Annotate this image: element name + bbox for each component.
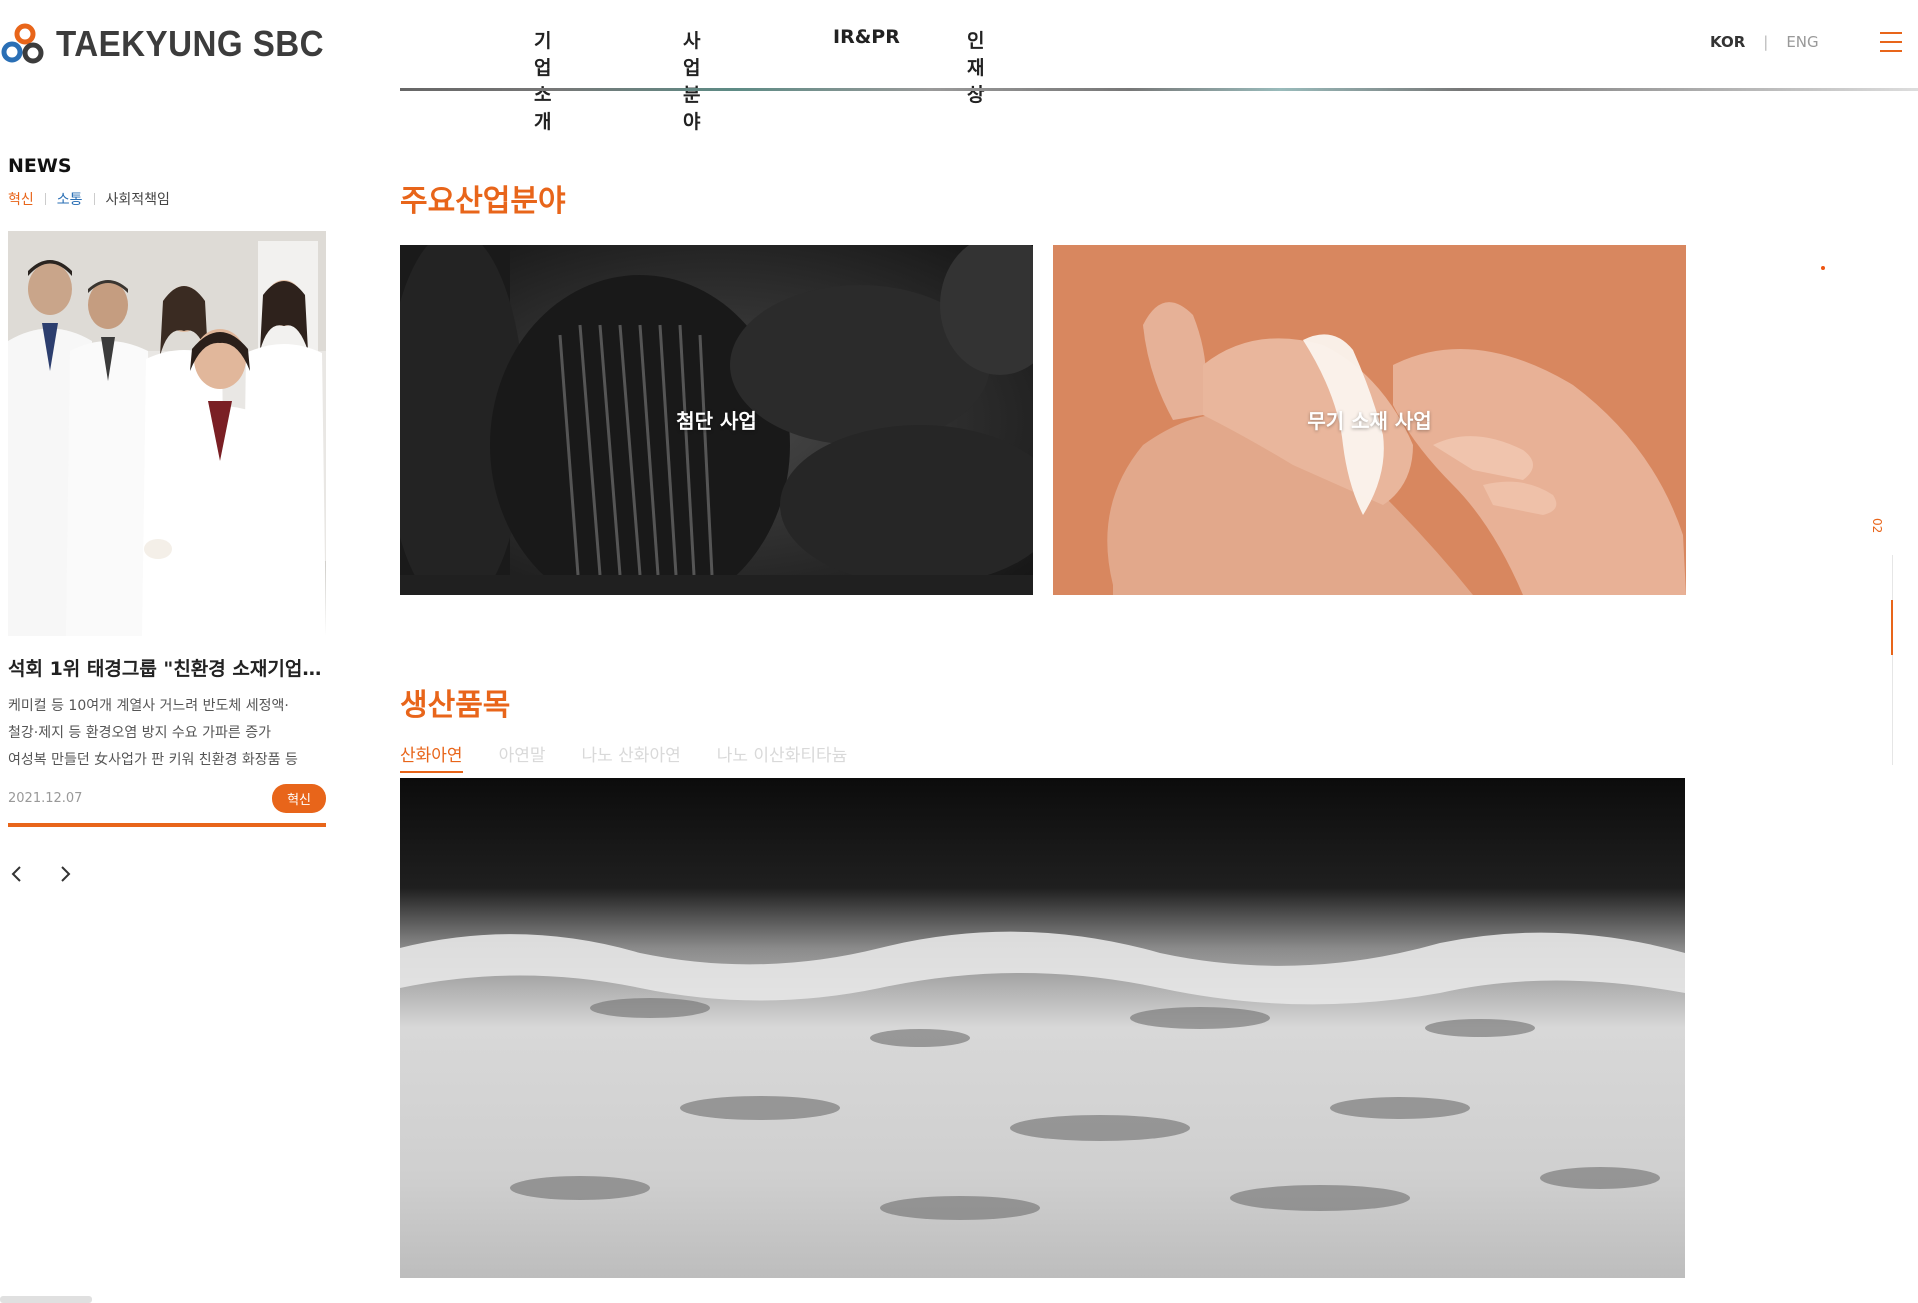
news-photo-illustration [8, 231, 326, 636]
chevron-left-icon[interactable] [8, 865, 26, 883]
tab-zinc-oxide[interactable]: 산화아연 [400, 741, 463, 773]
news-progress-bar [8, 823, 326, 827]
section-page-number: 02 [1870, 518, 1884, 534]
nav-item-irpr[interactable]: IR&PR [833, 26, 900, 48]
news-summary-line: 케미컬 등 10여개 계열사 거느려 반도체 세정액· [8, 698, 289, 714]
tab-nano-titanium-dioxide[interactable]: 나노 이산화티타늄 [717, 741, 848, 773]
product-tabs: 산화아연 아연말 나노 산화아연 나노 이산화티타늄 [400, 741, 847, 773]
nav-item-talent[interactable]: 인재상 [967, 26, 984, 107]
lang-eng-link[interactable]: ENG [1786, 33, 1818, 51]
language-switcher: KOR | ENG [1710, 33, 1819, 51]
header-divider [400, 88, 1918, 91]
logo[interactable]: TAEKYUNG SBC [0, 22, 347, 66]
section-progress-track [1892, 555, 1893, 765]
tab-nano-zinc-oxide[interactable]: 나노 산화아연 [581, 741, 680, 773]
news-tabs: 혁신 소통 사회적책임 [8, 189, 326, 209]
business-card-label: 첨단 사업 [676, 409, 757, 433]
news-meta: 2021.12.07 혁신 [8, 784, 326, 813]
nav-item-company[interactable]: 기업소개 [534, 26, 551, 134]
business-card-label: 무기 소재 사업 [1307, 409, 1432, 433]
news-tab-social-responsibility[interactable]: 사회적책임 [106, 189, 170, 209]
business-card-advanced[interactable]: 첨단 사업 [400, 245, 1033, 595]
logo-mark-icon [1, 23, 44, 64]
news-title: NEWS [8, 155, 72, 177]
horizontal-scrollbar[interactable] [0, 1296, 92, 1303]
news-tab-divider [44, 193, 46, 205]
news-panel: NEWS 혁신 소통 사회적책임 석회 1위 태경그룹 "친환경 소재기업으로"… [8, 155, 326, 883]
products-section-title: 생산품목 [400, 688, 511, 723]
lang-separator: | [1763, 33, 1769, 51]
news-summary: 케미컬 등 10여개 계열사 거느려 반도체 세정액· 철강·제지 등 환경오염… [8, 693, 326, 774]
business-card-inorganic[interactable]: 무기 소재 사업 [1053, 245, 1686, 595]
section-progress-fill [1891, 600, 1893, 655]
news-summary-line: 여성복 만들던 女사업가 판 키워 친환경 화장품 등 [8, 752, 298, 768]
tab-zinc-dust[interactable]: 아연말 [499, 741, 546, 773]
news-headline[interactable]: 석회 1위 태경그룹 "친환경 소재기업으로" [8, 654, 326, 681]
news-date: 2021.12.07 [8, 791, 83, 806]
nav-item-business[interactable]: 사업분야 [683, 26, 700, 134]
logo-text: TAEKYUNG SBC [56, 23, 325, 64]
lang-kor-link[interactable]: KOR [1710, 33, 1745, 51]
news-tab-divider [93, 193, 95, 205]
hamburger-icon[interactable] [1880, 32, 1902, 54]
news-photo[interactable] [8, 231, 326, 636]
news-summary-line: 철강·제지 등 환경오염 방지 수요 가파른 증가 [8, 725, 271, 741]
news-tab-communication[interactable]: 소통 [57, 189, 83, 209]
product-image [400, 778, 1685, 1278]
chevron-right-icon[interactable] [56, 865, 74, 883]
news-pager [8, 865, 326, 883]
powder-image [400, 778, 1685, 1278]
indicator-dot [1821, 266, 1825, 270]
business-section-title: 주요산업분야 [400, 184, 566, 219]
news-category-badge[interactable]: 혁신 [272, 784, 326, 813]
news-tab-innovation[interactable]: 혁신 [8, 189, 34, 209]
